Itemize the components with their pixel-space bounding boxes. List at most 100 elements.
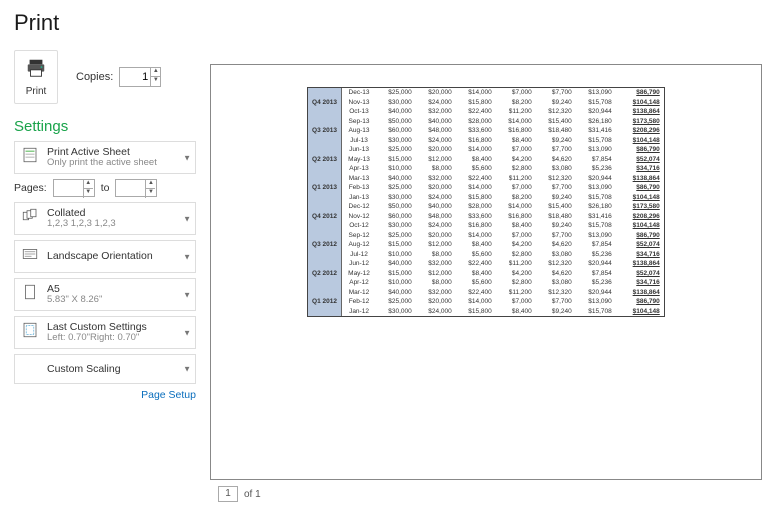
total-cell: $104,148 [616,136,664,146]
value-cell: $14,000 [496,202,536,212]
value-cell: $32,000 [416,107,456,117]
scaling-dropdown[interactable]: Custom Scaling ▼ [14,354,196,384]
total-cell: $173,580 [616,117,664,127]
value-cell: $5,600 [456,164,496,174]
pages-to-input[interactable]: ▲▼ [115,179,157,197]
total-cell: $173,580 [616,202,664,212]
value-cell: $22,400 [456,174,496,184]
collation-dropdown[interactable]: Collated1,2,3 1,2,3 1,2,3 ▼ [14,202,196,235]
collate-icon [21,207,39,230]
value-cell: $9,240 [536,307,576,317]
print-what-dropdown[interactable]: Print Active SheetOnly print the active … [14,141,196,174]
value-cell: $11,200 [496,288,536,298]
page-number-input[interactable]: 1 [218,486,238,502]
table-row: Apr-12$10,000$8,000$5,600$2,800$3,080$5,… [308,278,664,288]
value-cell: $31,416 [576,126,616,136]
value-cell: $60,000 [376,212,416,222]
value-cell: $2,800 [496,164,536,174]
value-cell: $10,000 [376,164,416,174]
copies-label: Copies: [76,71,113,83]
table-row: Jan-12$30,000$24,000$15,800$8,400$9,240$… [308,307,664,317]
value-cell: $14,000 [456,231,496,241]
value-cell: $15,800 [456,98,496,108]
value-cell: $10,000 [376,278,416,288]
table-row: Q1 2012Mar-12$40,000$32,000$22,400$11,20… [308,288,664,298]
value-cell: $8,000 [416,278,456,288]
value-cell: $12,320 [536,259,576,269]
month-cell: Apr-12 [342,278,376,288]
table-row: Apr-13$10,000$8,000$5,600$2,800$3,080$5,… [308,164,664,174]
margins-dropdown[interactable]: Last Custom SettingsLeft: 0.70"Right: 0.… [14,316,196,349]
value-cell: $3,080 [536,278,576,288]
value-cell: $7,700 [536,231,576,241]
value-cell: $8,400 [456,155,496,165]
value-cell: $8,400 [496,307,536,317]
value-cell: $15,000 [376,269,416,279]
value-cell: $12,000 [416,240,456,250]
table-row: Aug-12$15,000$12,000$8,400$4,200$4,620$7… [308,240,664,250]
month-cell: Feb-13 [342,183,376,193]
page-setup-link[interactable]: Page Setup [14,389,196,401]
value-cell: $32,000 [416,259,456,269]
month-cell: Aug-12 [342,240,376,250]
value-cell: $4,200 [496,269,536,279]
value-cell: $11,200 [496,107,536,117]
page-total-label: of 1 [244,489,261,500]
value-cell: $14,000 [456,88,496,98]
value-cell: $12,000 [416,269,456,279]
total-cell: $86,790 [616,88,664,98]
month-cell: Jul-12 [342,250,376,260]
month-cell: Jun-13 [342,145,376,155]
value-cell: $2,800 [496,250,536,260]
table-row: Oct-13$40,000$32,000$22,400$11,200$12,32… [308,107,664,117]
value-cell: $5,600 [456,250,496,260]
value-cell: $9,240 [536,221,576,231]
total-cell: $86,790 [616,183,664,193]
quarter-cell: Q1 2013 [308,174,342,203]
print-button[interactable]: Print [14,50,58,104]
pages-from-input[interactable]: ▲▼ [53,179,95,197]
pages-label: Pages: [14,182,47,194]
value-cell: $25,000 [376,297,416,307]
value-cell: $33,600 [456,126,496,136]
value-cell: $8,200 [496,98,536,108]
month-cell: Mar-13 [342,174,376,184]
value-cell: $30,000 [376,221,416,231]
value-cell: $14,000 [456,183,496,193]
value-cell: $16,800 [496,126,536,136]
total-cell: $208,296 [616,126,664,136]
value-cell: $14,000 [456,145,496,155]
value-cell: $60,000 [376,126,416,136]
month-cell: Jul-13 [342,136,376,146]
settings-heading: Settings [14,118,196,135]
value-cell: $20,944 [576,259,616,269]
total-cell: $86,790 [616,231,664,241]
margins-sub: Left: 0.70"Right: 0.70" [47,333,147,344]
month-cell: Dec-13 [342,88,376,98]
value-cell: $7,700 [536,183,576,193]
month-cell: Nov-13 [342,98,376,108]
value-cell: $13,090 [576,145,616,155]
value-cell: $30,000 [376,307,416,317]
chevron-down-icon: ▼ [183,365,191,374]
total-cell: $52,074 [616,155,664,165]
table-row: Nov-13$30,000$24,000$15,800$8,200$9,240$… [308,98,664,108]
orientation-dropdown[interactable]: Landscape Orientation ▼ [14,240,196,273]
chevron-down-icon: ▼ [183,290,191,299]
total-cell: $86,790 [616,297,664,307]
value-cell: $3,080 [536,164,576,174]
value-cell: $15,708 [576,98,616,108]
value-cell: $7,854 [576,155,616,165]
table-row: Feb-13$25,000$20,000$14,000$7,000$7,700$… [308,183,664,193]
value-cell: $32,000 [416,288,456,298]
value-cell: $4,200 [496,240,536,250]
quarter-cell: Q3 2012 [308,231,342,260]
value-cell: $40,000 [376,288,416,298]
value-cell: $20,944 [576,288,616,298]
value-cell: $7,000 [496,88,536,98]
table-row: Jul-12$10,000$8,000$5,600$2,800$3,080$5,… [308,250,664,260]
value-cell: $7,000 [496,183,536,193]
value-cell: $8,000 [416,164,456,174]
paper-size-dropdown[interactable]: A55.83" X 8.26" ▼ [14,278,196,311]
copies-stepper[interactable]: ▲▼ [150,68,160,86]
